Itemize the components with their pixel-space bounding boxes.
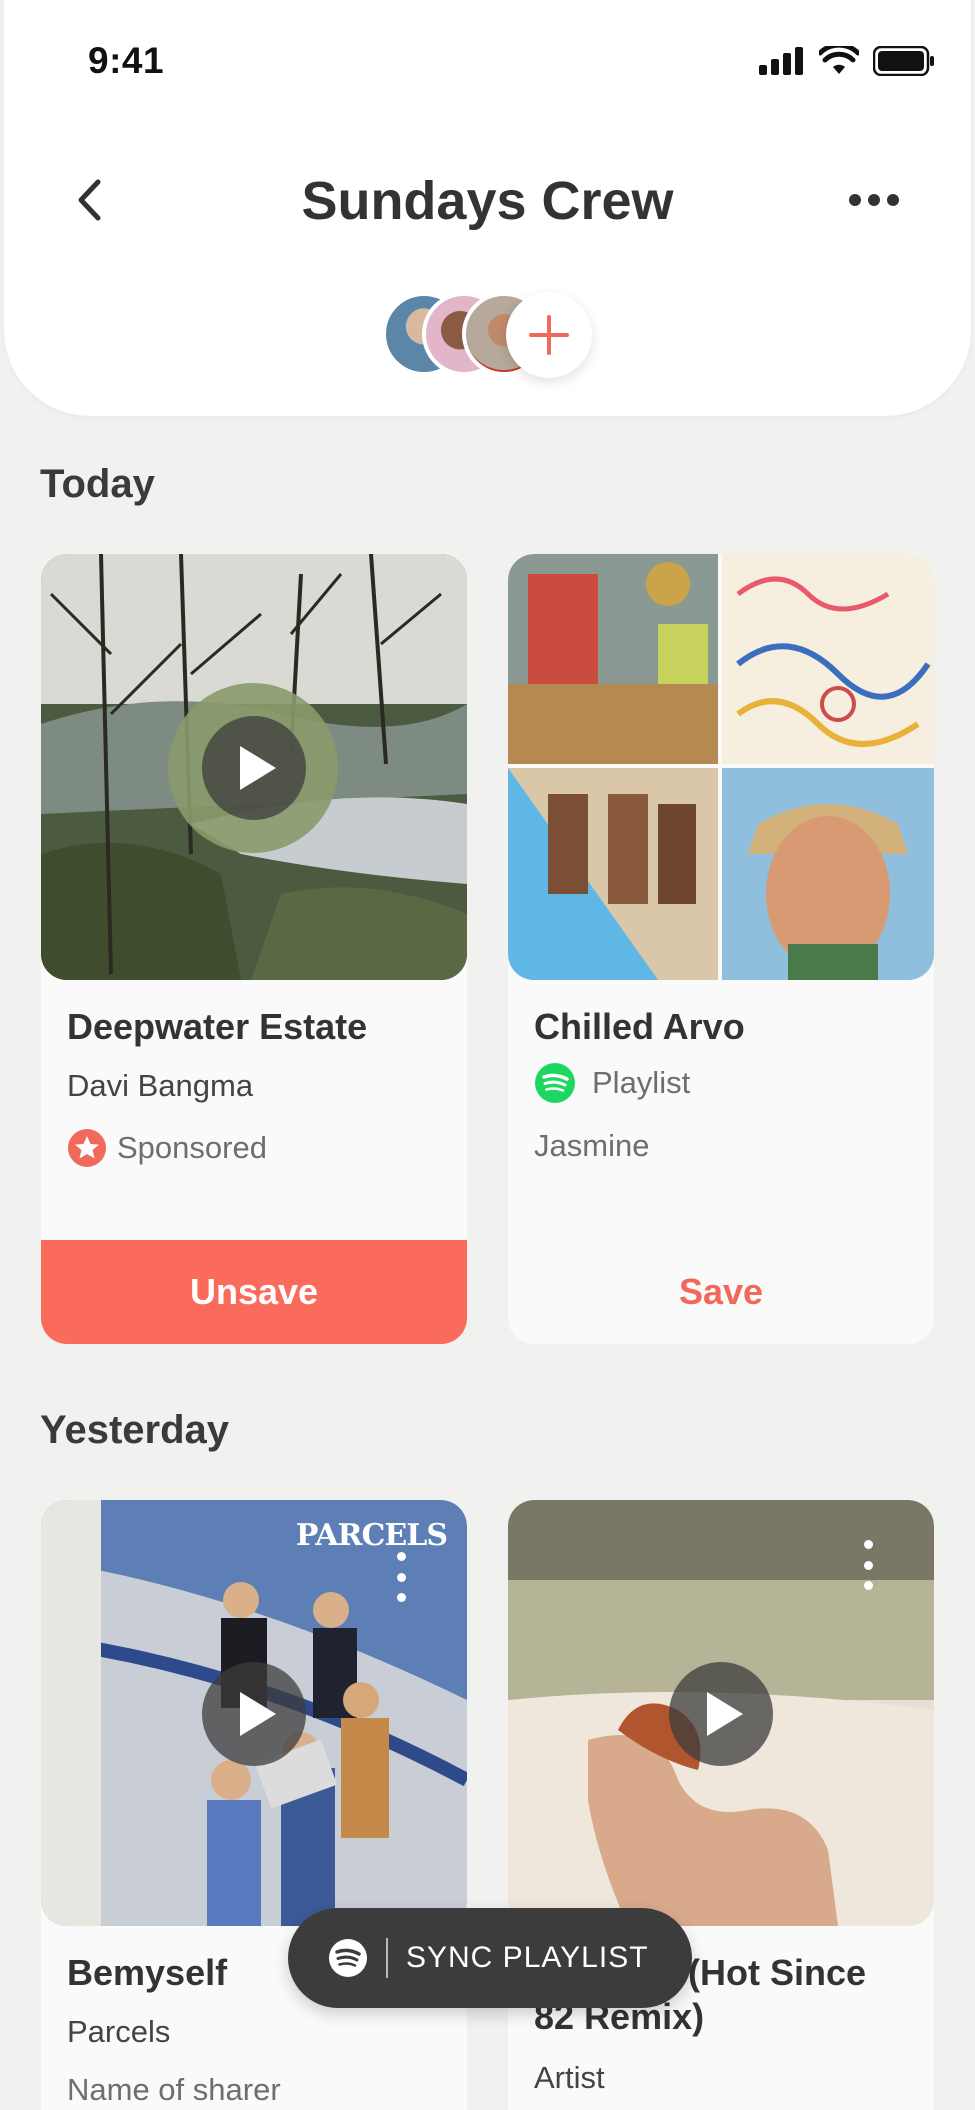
- playlist-type: Playlist: [534, 1062, 690, 1104]
- album-art: [41, 554, 467, 980]
- dot-icon: [396, 1552, 406, 1561]
- divider: [386, 1938, 388, 1978]
- section-title-today: Today: [40, 462, 155, 506]
- sponsored-star-icon: [68, 1129, 106, 1167]
- album-art-text: PARCELS: [295, 1518, 448, 1553]
- card-more-button[interactable]: [391, 1552, 411, 1602]
- playlist-title: Chilled Arvo: [534, 1006, 745, 1047]
- track-title: Bemyself: [67, 1952, 228, 1993]
- collage-art: [508, 554, 934, 980]
- section-title-yesterday: Yesterday: [40, 1408, 230, 1452]
- status-time: 9:41: [88, 40, 165, 81]
- album-art: PARCELS: [41, 1500, 467, 1926]
- status-bar: 9:41: [0, 0, 975, 120]
- playlist-type-label: Playlist: [592, 1065, 691, 1100]
- dot-icon: [396, 1572, 406, 1582]
- add-member-button[interactable]: [506, 292, 592, 378]
- member-avatars: [382, 292, 602, 380]
- dot-icon: [863, 1560, 873, 1570]
- track-card-bemyself[interactable]: PARCELS Bemyself Parcels Name of sharer: [41, 1500, 467, 2110]
- battery-icon: [873, 46, 934, 76]
- unsave-button[interactable]: Unsave: [41, 1240, 467, 1344]
- more-options-button[interactable]: [849, 188, 905, 212]
- play-icon: [707, 1692, 743, 1736]
- status-icons: [759, 46, 935, 76]
- track-card-remix[interactable]: (Hot Since 82 Remix) Artist: [508, 1500, 934, 2110]
- dot-icon: [863, 1581, 873, 1590]
- sync-playlist-label: SYNC PLAYLIST: [406, 1941, 649, 1974]
- dot-icon: [396, 1593, 406, 1602]
- album-art: [508, 554, 934, 980]
- plus-icon: [529, 315, 569, 355]
- track-card-deepwater[interactable]: Deepwater Estate Davi Bangma Sponsored U…: [41, 554, 467, 1344]
- cellular-signal-icon: [759, 47, 803, 75]
- spotify-icon: [329, 1939, 367, 1977]
- track-title-line1: (Hot Since: [688, 1952, 867, 1993]
- spotify-icon: [535, 1063, 575, 1103]
- sharer-name: Jasmine: [534, 1128, 650, 1163]
- sponsored-badge: Sponsored: [67, 1128, 267, 1168]
- dot-icon: [868, 194, 880, 206]
- track-title: Deepwater Estate: [67, 1006, 368, 1047]
- album-art: [508, 1500, 934, 1926]
- track-artist: Parcels: [67, 2014, 171, 2049]
- play-button[interactable]: [669, 1662, 773, 1766]
- track-card-chilled-arvo[interactable]: Chilled Arvo Playlist Jasmine Save: [508, 554, 934, 1344]
- sponsored-label: Sponsored: [117, 1130, 267, 1165]
- page-title: Sundays Crew: [301, 171, 674, 231]
- dot-icon: [887, 194, 899, 206]
- card-more-button[interactable]: [858, 1540, 878, 1590]
- sharer-name: Name of sharer: [67, 2072, 281, 2107]
- play-button[interactable]: [202, 716, 306, 820]
- play-button[interactable]: [202, 1662, 306, 1766]
- track-artist: Davi Bangma: [67, 1068, 254, 1103]
- dot-icon: [863, 1540, 873, 1549]
- play-icon: [240, 1692, 276, 1736]
- save-button[interactable]: Save: [508, 1240, 934, 1344]
- wifi-icon: [819, 46, 859, 74]
- play-icon: [240, 746, 276, 790]
- dot-icon: [849, 194, 861, 206]
- sync-playlist-button[interactable]: SYNC PLAYLIST: [288, 1908, 692, 2008]
- track-artist: Artist: [534, 2060, 605, 2095]
